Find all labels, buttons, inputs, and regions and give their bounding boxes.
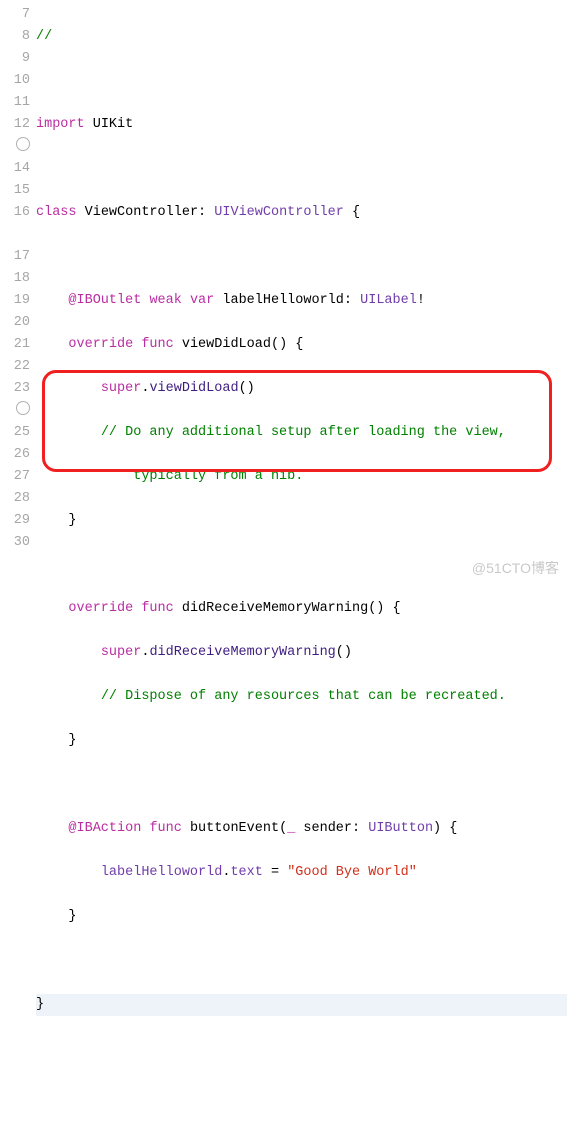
line-number: 16 — [0, 202, 30, 224]
code-line — [36, 1038, 567, 1060]
code-line — [36, 950, 567, 972]
type-token: UILabel — [360, 293, 417, 308]
code-line: } — [36, 906, 567, 928]
keyword-token: func — [149, 821, 181, 836]
breakpoint-marker — [0, 136, 30, 158]
line-number: 22 — [0, 356, 30, 378]
code-line — [36, 774, 567, 796]
module-token: UIKit — [93, 117, 134, 132]
line-number: 27 — [0, 466, 30, 488]
code-line: // Do any additional setup after loading… — [36, 422, 567, 444]
code-line — [36, 158, 567, 180]
code-line: override func viewDidLoad() { — [36, 334, 567, 356]
line-number: 18 — [0, 268, 30, 290]
comment-token: // — [36, 29, 52, 44]
line-number: 10 — [0, 70, 30, 92]
code-line: // Dispose of any resources that can be … — [36, 686, 567, 708]
code-line: } — [36, 730, 567, 752]
line-number — [0, 224, 30, 246]
keyword-token: func — [141, 337, 173, 352]
code-line: import UIKit — [36, 114, 567, 136]
func-name-token: didReceiveMemoryWarning — [182, 601, 368, 616]
line-number: 26 — [0, 444, 30, 466]
line-number: 29 — [0, 510, 30, 532]
keyword-token: weak — [149, 293, 181, 308]
breakpoint-icon — [16, 137, 30, 151]
keyword-token: super — [101, 381, 142, 396]
code-line: super.didReceiveMemoryWarning() — [36, 642, 567, 664]
code-line — [36, 70, 567, 92]
code-line: } — [36, 510, 567, 532]
code-line — [36, 1082, 567, 1104]
line-number: 23 — [0, 378, 30, 400]
code-line: class ViewController: UIViewController { — [36, 202, 567, 224]
line-number: 21 — [0, 334, 30, 356]
breakpoint-icon — [16, 401, 30, 415]
line-number: 7 — [0, 4, 30, 26]
func-name-token: buttonEvent — [190, 821, 279, 836]
type-token: UIViewController — [214, 205, 344, 220]
code-line: } — [36, 994, 567, 1016]
comment-token: // Do any additional setup after loading… — [101, 425, 506, 440]
watermark: @51CTO博客 — [472, 558, 559, 578]
keyword-token: import — [36, 117, 85, 132]
keyword-token: override — [68, 337, 133, 352]
attribute-token: @IBAction — [68, 821, 141, 836]
code-line: typically from a nib. — [36, 466, 567, 488]
comment-token: // Dispose of any resources that can be … — [101, 689, 506, 704]
line-number: 14 — [0, 158, 30, 180]
line-number: 8 — [0, 26, 30, 48]
attribute-token: @IBOutlet — [68, 293, 141, 308]
code-line: override func didReceiveMemoryWarning() … — [36, 598, 567, 620]
line-number: 17 — [0, 246, 30, 268]
line-number: 30 — [0, 532, 30, 554]
code-line: @IBAction func buttonEvent(_ sender: UIB… — [36, 818, 567, 840]
method-token: viewDidLoad — [149, 381, 238, 396]
line-number: 19 — [0, 290, 30, 312]
code-line — [36, 246, 567, 268]
breakpoint-marker — [0, 400, 30, 422]
keyword-token: override — [68, 601, 133, 616]
property-token: text — [230, 865, 262, 880]
line-number: 12 — [0, 114, 30, 136]
var-name-token: labelHelloworld — [222, 293, 344, 308]
line-number: 25 — [0, 422, 30, 444]
class-name-token: ViewController — [85, 205, 198, 220]
func-name-token: viewDidLoad — [182, 337, 271, 352]
keyword-token: class — [36, 205, 77, 220]
line-gutter: 7 8 9 10 11 12 14 15 16 17 18 19 20 21 2… — [0, 0, 36, 1148]
line-number: 28 — [0, 488, 30, 510]
line-number: 11 — [0, 92, 30, 114]
method-token: didReceiveMemoryWarning — [149, 645, 335, 660]
line-number: 20 — [0, 312, 30, 334]
code-line: super.viewDidLoad() — [36, 378, 567, 400]
keyword-token: func — [141, 601, 173, 616]
keyword-token: var — [190, 293, 214, 308]
code-line: @IBOutlet weak var labelHelloworld: UILa… — [36, 290, 567, 312]
string-token: "Good Bye World" — [287, 865, 417, 880]
keyword-token: super — [101, 645, 142, 660]
property-token: labelHelloworld — [101, 865, 223, 880]
line-number: 15 — [0, 180, 30, 202]
type-token: UIButton — [368, 821, 433, 836]
comment-token: typically from a nib. — [133, 469, 303, 484]
line-number: 9 — [0, 48, 30, 70]
code-line: labelHelloworld.text = "Good Bye World" — [36, 862, 567, 884]
code-line: // — [36, 26, 567, 48]
